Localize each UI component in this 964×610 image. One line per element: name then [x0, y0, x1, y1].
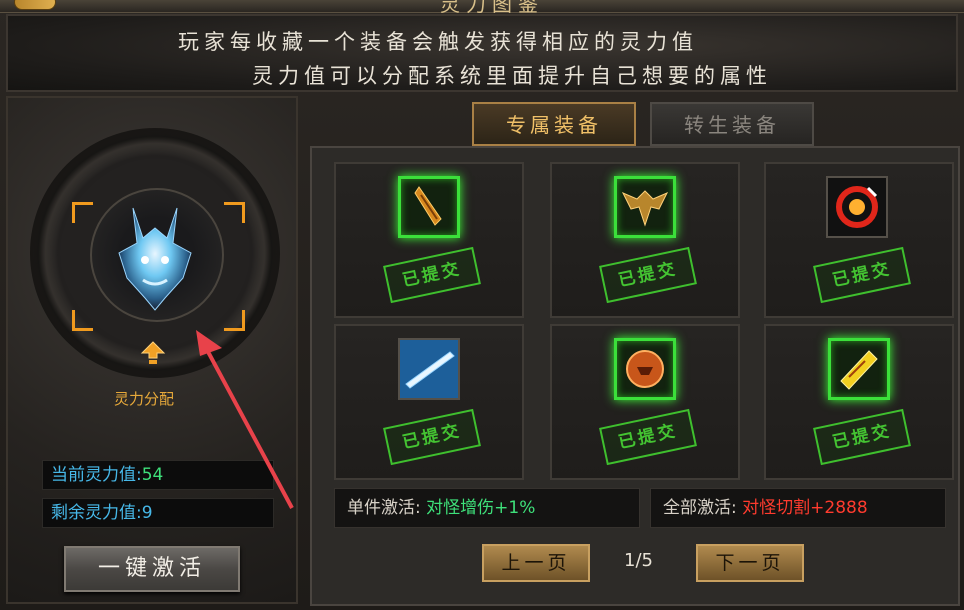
focus-corner-top-left — [72, 202, 93, 223]
banner-line-1: 玩家每收藏一个装备会触发获得相应的灵力值 — [178, 30, 698, 54]
ice-blade-icon[interactable] — [398, 338, 460, 400]
equipment-slot[interactable]: 已提交 — [550, 324, 740, 480]
next-page-button[interactable]: 下一页 — [696, 544, 804, 582]
current-spirit-label: 当前灵力值: — [51, 465, 142, 485]
remaining-spirit-label: 剩余灵力值: — [51, 503, 142, 523]
game-logo — [14, 0, 56, 10]
full-activation-label: 全部激活: — [663, 498, 737, 518]
submitted-stamp: 已提交 — [813, 246, 911, 304]
spirit-allocation-panel: 灵力分配 当前灵力值:54 剩余灵力值:9 一键激活 — [6, 96, 298, 604]
current-spirit-stat: 当前灵力值:54 — [42, 460, 274, 490]
equipment-slot[interactable]: 已提交 — [550, 162, 740, 318]
focus-corner-bottom-left — [72, 310, 93, 331]
equipment-slot[interactable]: 已提交 — [764, 162, 954, 318]
activate-all-button[interactable]: 一键激活 — [64, 546, 240, 592]
remaining-spirit-value: 9 — [141, 503, 153, 523]
submitted-stamp: 已提交 — [383, 246, 481, 304]
spirit-allocation-label[interactable]: 灵力分配 — [114, 388, 174, 409]
full-activation-value: 对怪切割+2888 — [742, 498, 868, 518]
single-activation-bonus: 单件激活: 对怪增伤+1% — [334, 488, 640, 528]
submitted-stamp: 已提交 — [599, 246, 697, 304]
tab-rebirth-equipment[interactable]: 转生装备 — [650, 102, 814, 146]
submitted-stamp: 已提交 — [383, 408, 481, 466]
equipment-grid-panel: 已提交 已提交 已提交 已提交 已提交 已提交 单件激活: 对怪增伤+1% 全部… — [310, 146, 960, 606]
single-activation-label: 单件激活: — [347, 498, 421, 518]
submitted-stamp: 已提交 — [813, 408, 911, 466]
flame-ring-icon[interactable] — [826, 176, 888, 238]
spirit-codex-window: 灵力图鉴 玩家每收藏一个装备会触发获得相应的灵力值 灵力值可以分配系统里面提升自… — [0, 0, 964, 610]
current-spirit-value: 54 — [141, 465, 164, 485]
upgrade-arrow-icon[interactable] — [140, 340, 166, 366]
dragon-spirit-portrait[interactable] — [103, 198, 207, 316]
focus-corner-bottom-right — [224, 310, 245, 331]
remaining-spirit-stat: 剩余灵力值:9 — [42, 498, 274, 528]
banner-line-2: 灵力值可以分配系统里面提升自己想要的属性 — [252, 64, 772, 88]
equipment-slot[interactable]: 已提交 — [334, 162, 524, 318]
single-activation-value: 对怪增伤+1% — [426, 498, 536, 518]
tab-exclusive-equipment[interactable]: 专属装备 — [472, 102, 636, 146]
winged-armor-icon[interactable] — [614, 176, 676, 238]
equipment-slot[interactable]: 已提交 — [334, 324, 524, 480]
full-activation-bonus: 全部激活: 对怪切割+2888 — [650, 488, 946, 528]
prev-page-button[interactable]: 上一页 — [482, 544, 590, 582]
golden-talisman-icon[interactable] — [828, 338, 890, 400]
amber-medallion-icon[interactable] — [614, 338, 676, 400]
equipment-slot[interactable]: 已提交 — [764, 324, 954, 480]
feather-scroll-icon[interactable] — [398, 176, 460, 238]
page-indicator: 1/5 — [624, 550, 653, 571]
focus-corner-top-right — [224, 202, 245, 223]
submitted-stamp: 已提交 — [599, 408, 697, 466]
title-bar: 灵力图鉴 — [0, 0, 964, 16]
description-banner: 玩家每收藏一个装备会触发获得相应的灵力值 灵力值可以分配系统里面提升自己想要的属… — [6, 14, 958, 92]
